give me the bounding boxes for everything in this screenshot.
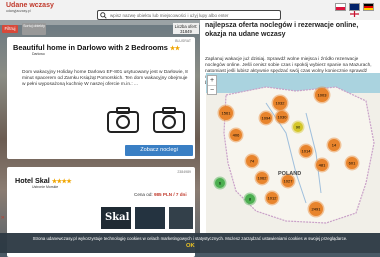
- map-cluster-label: 2491: [312, 207, 322, 212]
- logo-subtext: udanyjaczasy.pl: [6, 9, 31, 13]
- sort-button[interactable]: Sortuj obiekty: [22, 23, 46, 35]
- logo-text: Udane wczasy: [6, 2, 54, 9]
- price-value: 985 PLN / 7 dni: [153, 192, 187, 197]
- country-label: POLAND: [278, 171, 302, 177]
- map-cluster-label: 1012: [268, 196, 278, 201]
- map-cluster-label: 1561: [222, 111, 232, 116]
- map-cluster-label: 90: [296, 125, 301, 130]
- zoom-out-button[interactable]: −: [208, 86, 216, 95]
- site-logo[interactable]: Udane wczasy udanyjaczasy.pl: [6, 2, 54, 13]
- language-flags: [335, 3, 374, 18]
- offer-count: Liczba ofert: 31849: [173, 23, 199, 34]
- map-cluster-label: 1030: [278, 115, 288, 120]
- listing-city: Ustronie Morskie: [32, 185, 59, 189]
- map-cluster-label: 1032: [276, 101, 286, 106]
- listing-title[interactable]: Hotel Skal ★★★★: [15, 176, 72, 185]
- offer-count-value: 31849: [180, 29, 192, 34]
- map-cluster-label: 481: [319, 163, 326, 168]
- listing-city: Darlowo: [32, 52, 45, 56]
- listing-photo[interactable]: Skal: [101, 207, 131, 229]
- listing-photo[interactable]: [169, 207, 193, 229]
- listing-title-text: Beautiful home in Darlowo with 2 Bedroom…: [13, 43, 168, 52]
- map-cluster-label: 74: [250, 159, 255, 164]
- zoom-in-button[interactable]: +: [208, 76, 216, 86]
- map-cluster-label: 406: [233, 133, 240, 138]
- search-input[interactable]: wpisz nazwę obiektu lub miejscowości i u…: [97, 10, 281, 20]
- listing-photo[interactable]: [135, 207, 165, 229]
- map-cluster-label: 1014: [302, 149, 312, 154]
- search-placeholder: wpisz nazwę obiektu lub miejscowości i u…: [110, 12, 229, 18]
- top-header: Udane wczasy udanyjaczasy.pl wpisz nazwę…: [0, 0, 380, 20]
- english-flag-icon[interactable]: [349, 3, 360, 18]
- view-listing-button[interactable]: Zobacz noclegi: [125, 145, 193, 156]
- rating-stars: ★★: [169, 46, 180, 52]
- offers-map[interactable]: 1032 1003 1561 1094 1030 90 406 6 74 14 1062 1014 10…: [206, 73, 380, 235]
- scroll-down-icon[interactable]: »: [1, 215, 4, 221]
- camera-icon: [107, 107, 139, 133]
- map-cluster-label: 601: [349, 161, 356, 166]
- listing-card[interactable]: BLUSRAT Beautiful home in Darlowo with 2…: [7, 37, 195, 159]
- german-flag-icon[interactable]: [363, 3, 374, 11]
- map-cluster-label: 1027: [284, 179, 294, 184]
- price-prefix: Cena od:: [134, 192, 153, 197]
- map-cluster-label: 1003: [318, 93, 328, 98]
- map-cluster-label: 1094: [262, 116, 272, 121]
- cookie-banner: Strona udanewczasy.pl wykorzystuje techn…: [0, 233, 380, 253]
- cookie-ok-button[interactable]: OK: [186, 243, 195, 249]
- cookie-text: Strona udanewczasy.pl wykorzystuje techn…: [32, 236, 348, 241]
- listing-description: Dom wakacyjny Holiday home Darlowo EF-80…: [22, 70, 188, 87]
- filter-button[interactable]: Filtruj: [2, 25, 18, 33]
- map-cluster-label: 1062: [258, 176, 268, 181]
- map-cluster-label: 14: [332, 143, 337, 148]
- polish-flag-icon[interactable]: [335, 3, 346, 11]
- camera-icon: [153, 107, 185, 133]
- listing-title-text: Hotel Skal: [15, 176, 50, 185]
- listing-price: Cena od: 985 PLN / 7 dni: [134, 192, 187, 197]
- map-zoom-control: + −: [207, 75, 217, 95]
- photo-brand-text: Skal: [105, 212, 130, 223]
- listing-tag: 2384989: [177, 170, 191, 174]
- listing-title[interactable]: Beautiful home in Darlowo with 2 Bedroom…: [13, 43, 180, 52]
- search-icon[interactable]: [100, 12, 107, 19]
- info-title: najlepsza oferta noclegów i rezerwacje o…: [205, 22, 359, 38]
- map-canvas: 1032100315611094 103090406674141062101410…: [206, 73, 380, 224]
